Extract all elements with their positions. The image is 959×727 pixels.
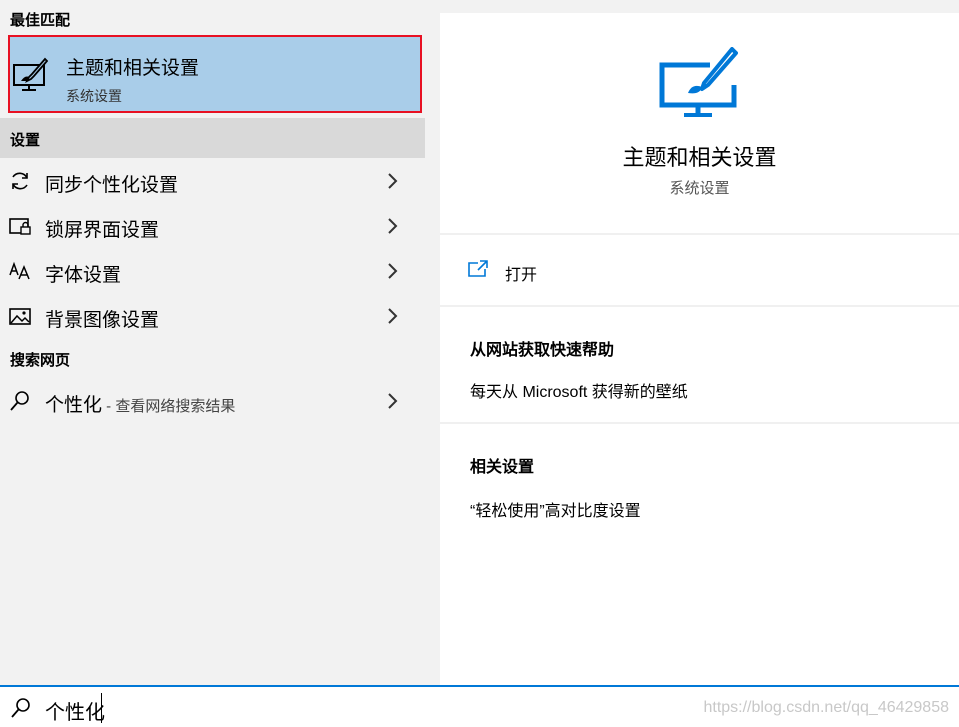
- settings-item-label: 同步个性化设置: [45, 175, 179, 196]
- font-icon: [9, 261, 30, 280]
- web-search-suffix: - 查看网络搜索结果: [102, 398, 236, 415]
- search-icon: [11, 698, 30, 718]
- web-search-label: 个性化 - 查看网络搜索结果: [45, 390, 235, 417]
- text-caret: [101, 693, 102, 723]
- open-action[interactable]: 打开: [468, 258, 668, 286]
- chevron-right-icon: [388, 173, 398, 189]
- settings-item-background[interactable]: 背景图像设置: [0, 294, 425, 338]
- chevron-right-icon: [388, 393, 398, 409]
- open-icon: [468, 260, 488, 277]
- best-match-header: 最佳匹配: [10, 12, 71, 29]
- settings-header: 设置: [10, 132, 41, 149]
- settings-item-sync[interactable]: 同步个性化设置: [0, 159, 425, 203]
- chevron-right-icon: [388, 218, 398, 234]
- image-icon: [9, 308, 31, 325]
- preview-subtitle: 系统设置: [669, 180, 730, 197]
- results-pane: 最佳匹配 主题和相关设置 系统设置 设置 同步个性化设置 锁屏界面设置 字体设置…: [0, 0, 425, 685]
- related-settings-link[interactable]: “轻松使用”高对比度设置: [470, 497, 641, 521]
- web-search-term: 个性化: [45, 395, 103, 416]
- search-input[interactable]: 个性化: [45, 696, 105, 725]
- preview-title: 主题和相关设置: [622, 145, 777, 170]
- settings-item-lock-screen[interactable]: 锁屏界面设置: [0, 204, 425, 248]
- sync-icon: [12, 172, 28, 190]
- chevron-right-icon: [388, 263, 398, 279]
- chevron-right-icon: [388, 308, 398, 324]
- search-box[interactable]: 个性化 https://blog.csdn.net/qq_46429858: [0, 685, 959, 727]
- help-link[interactable]: 每天从 Microsoft 获得新的壁纸: [470, 378, 688, 402]
- open-label: 打开: [505, 267, 538, 284]
- settings-item-font[interactable]: 字体设置: [0, 249, 425, 293]
- web-search-item[interactable]: 个性化 - 查看网络搜索结果: [0, 379, 425, 423]
- lock-screen-icon: [9, 218, 31, 235]
- personalization-icon: [659, 47, 738, 117]
- settings-header-band: [0, 118, 425, 158]
- best-match-item[interactable]: 主题和相关设置 系统设置: [8, 35, 422, 113]
- web-search-header: 搜索网页: [10, 352, 71, 369]
- watermark: https://blog.csdn.net/qq_46429858: [703, 699, 949, 716]
- settings-item-label: 背景图像设置: [45, 310, 160, 331]
- search-icon: [10, 391, 29, 411]
- help-header: 从网站获取快速帮助: [470, 342, 615, 359]
- best-match-subtitle: 系统设置: [66, 88, 122, 104]
- settings-item-label: 锁屏界面设置: [45, 220, 160, 241]
- settings-item-label: 字体设置: [45, 265, 122, 286]
- related-settings-header: 相关设置: [470, 459, 535, 476]
- best-match-title: 主题和相关设置: [66, 58, 200, 79]
- divider: [440, 233, 959, 235]
- personalization-icon: [13, 57, 48, 91]
- preview-pane: 主题和相关设置 系统设置 打开 从网站获取快速帮助 每天从 Microsoft …: [440, 13, 959, 685]
- divider: [440, 305, 959, 307]
- divider: [440, 422, 959, 424]
